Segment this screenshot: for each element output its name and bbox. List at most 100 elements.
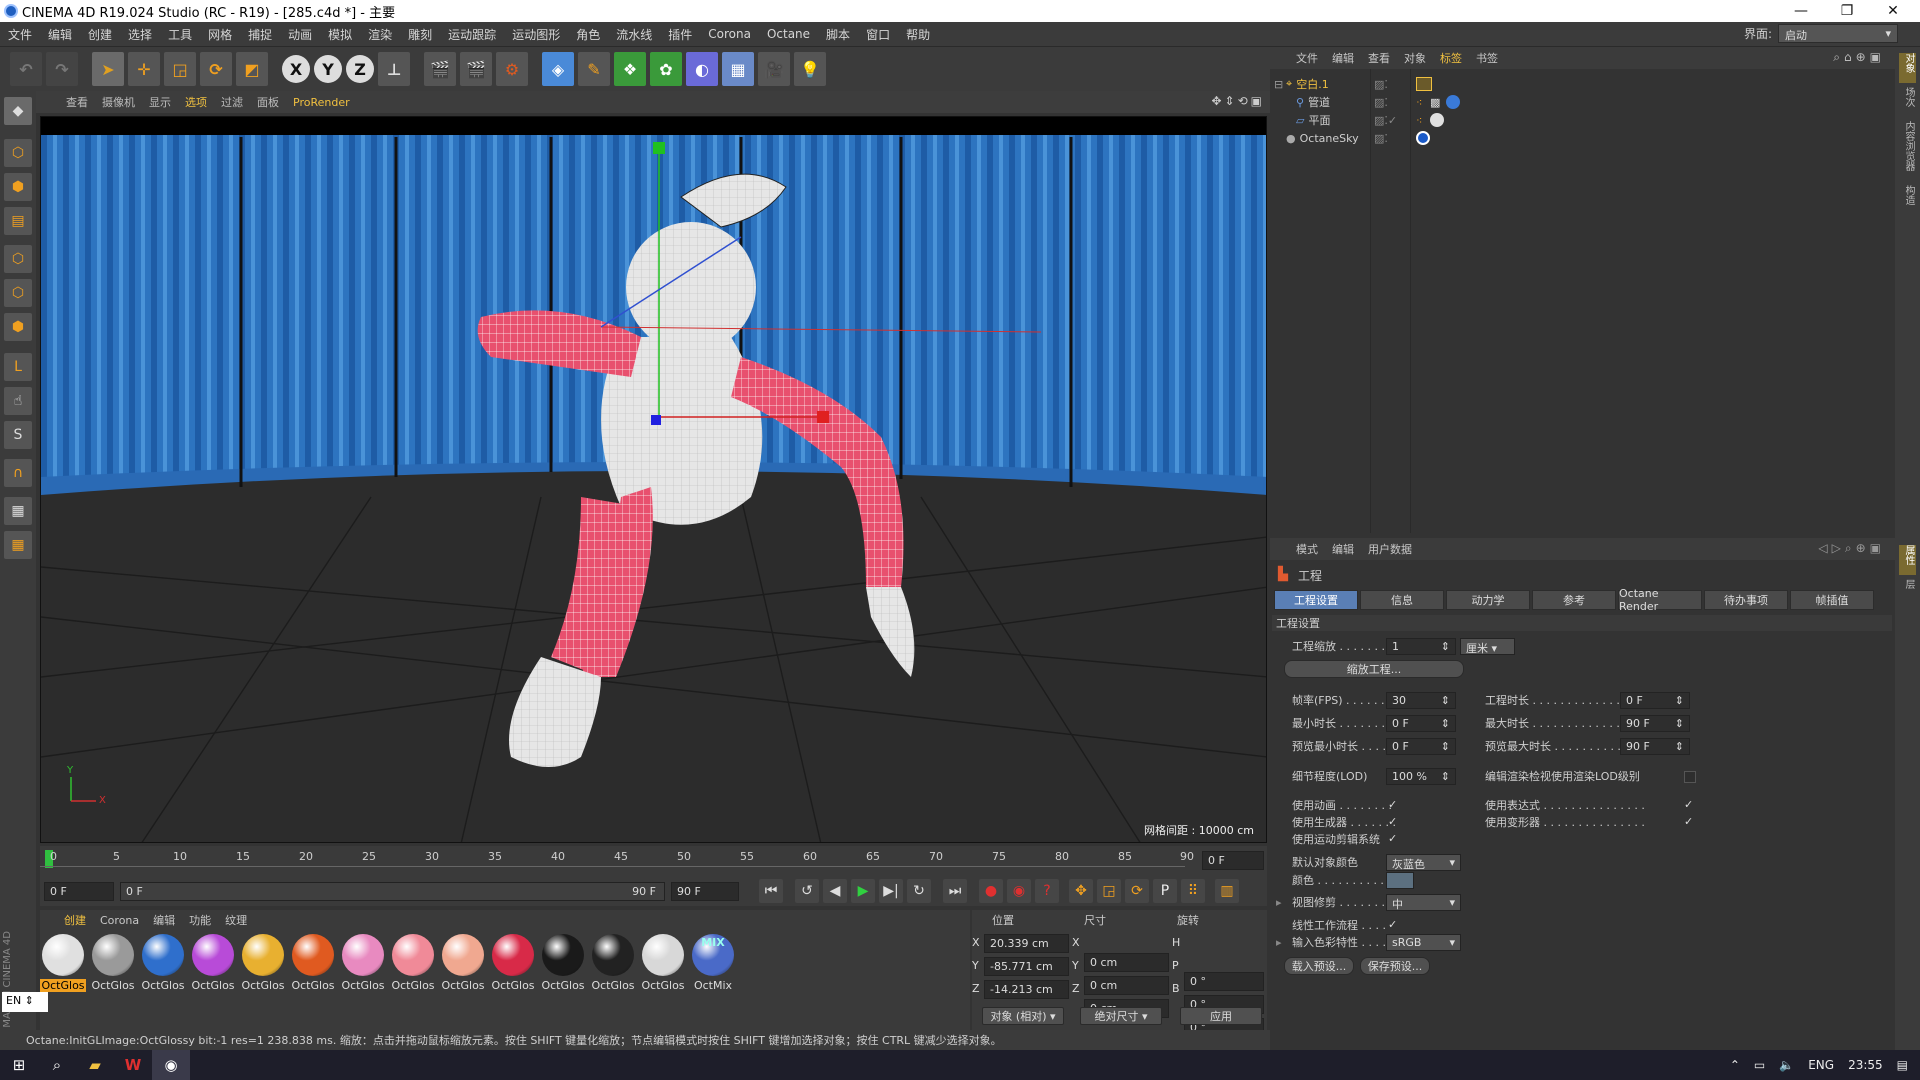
project-duration-field[interactable]: 0 F ⇕ bbox=[1620, 692, 1690, 709]
object-row[interactable]: ⊟ ⌖ 空白.1 ▨⁚ bbox=[1270, 75, 1895, 93]
project-scale-field[interactable]: 1 ⇕ bbox=[1386, 638, 1456, 655]
use-animation-checkbox[interactable]: ✓ bbox=[1388, 799, 1400, 811]
obj-menu-bookmarks[interactable]: 书签 bbox=[1476, 50, 1498, 66]
use-deformers-checkbox[interactable]: ✓ bbox=[1684, 816, 1696, 828]
network-icon[interactable]: ▭ bbox=[1754, 1058, 1765, 1072]
menu-file[interactable]: 文件 bbox=[0, 26, 40, 43]
restore-icon[interactable]: ❐ bbox=[1824, 0, 1870, 22]
goto-prev-key-icon[interactable]: ↺ bbox=[795, 879, 819, 903]
viewport-menu-view[interactable]: 查看 bbox=[66, 94, 88, 110]
object-name[interactable]: 管道 bbox=[1308, 94, 1330, 110]
goto-end-icon[interactable]: ⏭ bbox=[943, 879, 967, 903]
viewport-menu-prorender[interactable]: ProRender bbox=[293, 96, 350, 109]
octane-environment-tag-icon[interactable] bbox=[1416, 131, 1430, 145]
viewport-menu-options[interactable]: 选项 bbox=[185, 94, 207, 110]
next-frame-icon[interactable]: ▶| bbox=[879, 879, 903, 903]
material-menu-create[interactable]: 创建 bbox=[64, 912, 86, 928]
light-icon[interactable]: 💡 bbox=[794, 52, 826, 86]
viewport-menu-display[interactable]: 显示 bbox=[149, 94, 171, 110]
windows-start-icon[interactable]: ⊞ bbox=[0, 1050, 38, 1080]
start-frame-field[interactable]: 0 F bbox=[44, 881, 114, 901]
timeline-ruler[interactable]: 0 5 10 15 20 25 30 35 40 45 50 55 60 65 … bbox=[40, 846, 1267, 876]
autokey-icon[interactable]: ◉ bbox=[1007, 879, 1031, 903]
tab-project-settings[interactable]: 工程设置 bbox=[1274, 590, 1358, 610]
preview-range-slider[interactable]: 0 F 90 F bbox=[120, 881, 665, 901]
obj-menu-view[interactable]: 查看 bbox=[1368, 50, 1390, 66]
key-pla-icon[interactable]: ⠿ bbox=[1181, 879, 1205, 903]
obj-menu-file[interactable]: 文件 bbox=[1296, 50, 1318, 66]
recent-tool-icon[interactable]: ◩ bbox=[236, 52, 268, 86]
array-generator-icon[interactable]: ✿ bbox=[650, 52, 682, 86]
coord-mode-size-dropdown[interactable]: 绝对尺寸 ▾ bbox=[1080, 1007, 1162, 1025]
material-swatch[interactable]: OctGlos bbox=[40, 934, 86, 1000]
load-preset-button[interactable]: 载入预设... bbox=[1284, 957, 1354, 975]
subdivision-surface-icon[interactable]: ❖ bbox=[614, 52, 646, 86]
viewport-menu-filter[interactable]: 过滤 bbox=[221, 94, 243, 110]
key-scale-icon[interactable]: ◲ bbox=[1097, 879, 1121, 903]
preview-min-field[interactable]: 0 F ⇕ bbox=[1386, 738, 1456, 755]
texture-mode-icon[interactable]: ⬢ bbox=[4, 173, 32, 201]
object-name[interactable]: 空白.1 bbox=[1296, 76, 1329, 92]
render-view-icon[interactable]: 🎬 bbox=[424, 52, 456, 86]
use-expressions-checkbox[interactable]: ✓ bbox=[1684, 799, 1696, 811]
view-clipping-dropdown[interactable]: 中 ▾ bbox=[1386, 894, 1461, 911]
scale-project-button[interactable]: 缩放工程... bbox=[1284, 660, 1464, 678]
attr-menu-edit[interactable]: 编辑 bbox=[1332, 541, 1354, 557]
camera-icon[interactable]: 🎥 bbox=[758, 52, 790, 86]
tab-octane-render[interactable]: Octane Render bbox=[1618, 587, 1702, 613]
material-tag-icon[interactable] bbox=[1446, 95, 1460, 109]
coord-mode-object-dropdown[interactable]: 对象 (相对) ▾ bbox=[982, 1007, 1064, 1025]
menu-select[interactable]: 选择 bbox=[120, 26, 160, 43]
key-position-icon[interactable]: ✥ bbox=[1069, 879, 1093, 903]
tab-layers-vertical[interactable]: 层 bbox=[1899, 579, 1916, 609]
play-icon[interactable]: ▶ bbox=[851, 879, 875, 903]
goto-next-key-icon[interactable]: ↻ bbox=[907, 879, 931, 903]
material-swatch[interactable]: OctGlos bbox=[590, 934, 636, 1000]
object-row[interactable]: ● OctaneSky ▨⁚ bbox=[1270, 129, 1895, 147]
pen-spline-icon[interactable]: ✎ bbox=[578, 52, 610, 86]
tab-info[interactable]: 信息 bbox=[1360, 590, 1444, 610]
coord-pos-x-field[interactable]: 20.339 cm bbox=[984, 934, 1069, 953]
tab-todo[interactable]: 待办事项 bbox=[1704, 590, 1788, 610]
obj-menu-object[interactable]: 对象 bbox=[1404, 50, 1426, 66]
timeline-window-icon[interactable]: ▥ bbox=[1215, 879, 1239, 903]
close-icon[interactable]: ✕ bbox=[1870, 0, 1916, 22]
key-rotation-icon[interactable]: ⟳ bbox=[1125, 879, 1149, 903]
tweak-mode-icon[interactable]: ☝ bbox=[4, 387, 32, 415]
make-editable-icon[interactable]: ◆ bbox=[4, 97, 32, 125]
deformer-icon[interactable]: ◐ bbox=[686, 52, 718, 86]
obj-menu-edit[interactable]: 编辑 bbox=[1332, 50, 1354, 66]
attr-menu-userdata[interactable]: 用户数据 bbox=[1368, 541, 1412, 557]
obj-menu-tags[interactable]: 标签 bbox=[1440, 50, 1462, 66]
clock[interactable]: 23:55 bbox=[1848, 1058, 1883, 1072]
visibility-toggle[interactable]: ▨⁚ bbox=[1374, 96, 1388, 109]
visibility-toggle[interactable]: ▨⁚ bbox=[1374, 78, 1388, 91]
input-language[interactable]: ENG bbox=[1808, 1058, 1834, 1072]
material-tag-icon[interactable] bbox=[1430, 113, 1444, 127]
tab-content-browser-vertical[interactable]: 内容浏览器 bbox=[1899, 121, 1916, 181]
menu-pipeline[interactable]: 流水线 bbox=[608, 26, 660, 43]
menu-help[interactable]: 帮助 bbox=[898, 26, 938, 43]
move-tool-icon[interactable]: ✛ bbox=[128, 52, 160, 86]
coord-rot-h-field[interactable]: 0 ° bbox=[1184, 972, 1264, 991]
material-swatch[interactable]: OctGlos bbox=[440, 934, 486, 1000]
default-color-dropdown[interactable]: 灰蓝色 ▾ bbox=[1386, 854, 1461, 871]
menu-plugins[interactable]: 插件 bbox=[660, 26, 700, 43]
material-swatch[interactable]: OctGlos bbox=[290, 934, 336, 1000]
menu-motion-tracking[interactable]: 运动跟踪 bbox=[440, 26, 504, 43]
lod-field[interactable]: 100 % ⇕ bbox=[1386, 768, 1456, 785]
object-name[interactable]: OctaneSky bbox=[1300, 132, 1359, 145]
z-axis-lock-icon[interactable]: Z bbox=[346, 55, 374, 83]
menu-mesh[interactable]: 网格 bbox=[200, 26, 240, 43]
x-axis-lock-icon[interactable]: X bbox=[282, 55, 310, 83]
render-lod-checkbox[interactable] bbox=[1684, 771, 1696, 783]
menu-window[interactable]: 窗口 bbox=[858, 26, 898, 43]
select-arrow-icon[interactable]: ➤ bbox=[92, 52, 124, 86]
menu-tools[interactable]: 工具 bbox=[160, 26, 200, 43]
floor-environment-icon[interactable]: ▦ bbox=[722, 52, 754, 86]
coord-size-x-field[interactable]: 0 cm bbox=[1084, 953, 1169, 972]
material-swatch[interactable]: OctGlos bbox=[640, 934, 686, 1000]
input-color-profile-dropdown[interactable]: sRGB ▾ bbox=[1386, 934, 1461, 951]
snap-magnet-icon[interactable]: ∩ bbox=[4, 459, 32, 487]
fps-field[interactable]: 30 ⇕ bbox=[1386, 692, 1456, 709]
